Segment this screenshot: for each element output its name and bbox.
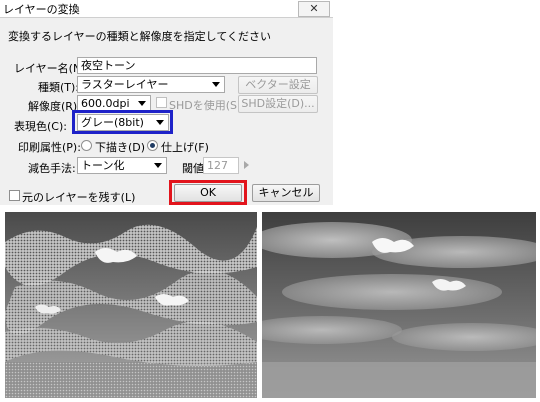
reduce-select-value: トーン化 [81, 159, 125, 172]
instruction-text: 変換するレイヤーの種類と解像度を指定してください [8, 30, 272, 43]
toned-sky-image [5, 212, 257, 398]
type-select[interactable]: ラスターレイヤー [77, 76, 225, 93]
threshold-input[interactable]: 127 [203, 157, 239, 174]
type-select-value: ラスターレイヤー [81, 78, 169, 91]
cloud-sky-gray-icon [262, 212, 536, 398]
keep-original-checkbox[interactable] [9, 190, 20, 201]
color-select-value: グレー(8bit) [81, 116, 144, 129]
print-final-radio[interactable] [147, 140, 158, 151]
print-draft-label: 下描き(D) [95, 141, 146, 154]
title-divider [0, 17, 333, 18]
close-button[interactable]: ✕ [298, 1, 330, 17]
type-label: 種類(T): [38, 81, 80, 94]
cancel-button[interactable]: キャンセル [252, 184, 320, 202]
print-final-label: 仕上げ(F) [161, 141, 209, 154]
chevron-down-icon [156, 120, 164, 125]
vector-settings-button[interactable]: ベクター設定(V)... [238, 76, 318, 107]
resolution-select-value: 600.0dpi [81, 97, 130, 110]
dialog-title: レイヤーの変換 [3, 3, 80, 16]
color-select[interactable]: グレー(8bit) [77, 114, 169, 131]
chevron-down-icon [138, 101, 146, 106]
layer-name-input[interactable]: 夜空トーン [77, 57, 317, 74]
keep-original-label: 元のレイヤーを残す(L) [22, 191, 136, 204]
chevron-down-icon [212, 82, 220, 87]
print-draft-radio[interactable] [81, 140, 92, 151]
shd-use-label: SHDを使用(S) [169, 99, 242, 112]
cloud-sky-halftone-icon [5, 212, 257, 398]
reduce-label: 減色手法: [28, 162, 76, 175]
reduce-select[interactable]: トーン化 [77, 157, 167, 174]
ok-button[interactable]: OK [174, 184, 242, 202]
color-label: 表現色(C): [14, 120, 67, 133]
chevron-down-icon [154, 163, 162, 168]
shd-use-checkbox[interactable] [156, 97, 167, 108]
threshold-slider-arrow-icon[interactable] [244, 161, 249, 169]
print-attr-label: 印刷属性(P): [18, 141, 81, 154]
shd-settings-button[interactable]: SHD設定(D)... [238, 95, 318, 113]
convert-layer-dialog: レイヤーの変換 ✕ 変換するレイヤーの種類と解像度を指定してください レイヤー名… [0, 0, 333, 205]
gray-sky-image [262, 212, 536, 398]
